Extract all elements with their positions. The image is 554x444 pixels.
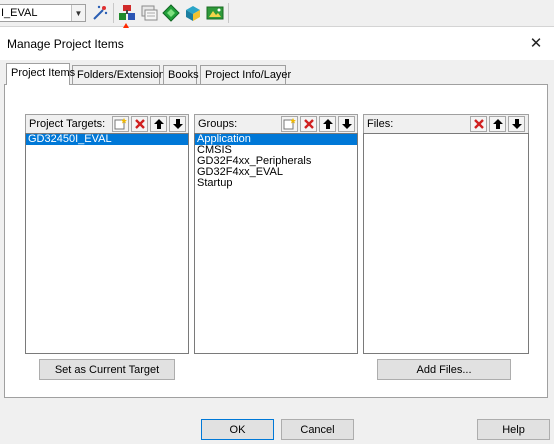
- arrow-down-icon: [172, 119, 183, 129]
- move-group-down-button[interactable]: [338, 116, 355, 132]
- close-button[interactable]: ✕: [526, 33, 546, 53]
- dialog-title: Manage Project Items: [7, 37, 124, 51]
- delete-group-button[interactable]: [300, 116, 317, 132]
- files-label: Files:: [367, 118, 394, 130]
- toolbar: I_EVAL ▼: [0, 0, 554, 27]
- arrow-up-icon: [492, 119, 503, 129]
- tab-folders-extensions[interactable]: Folders/Extensions: [72, 65, 171, 84]
- chevron-down-icon[interactable]: ▼: [71, 5, 85, 21]
- arrow-down-icon: [511, 119, 522, 129]
- delete-icon: [134, 119, 145, 129]
- delete-file-button[interactable]: [470, 116, 487, 132]
- new-group-button[interactable]: [281, 116, 298, 132]
- groups-header: Groups:: [194, 114, 358, 133]
- move-group-up-button[interactable]: [319, 116, 336, 132]
- set-as-current-target-button[interactable]: Set as Current Target: [39, 359, 175, 380]
- arrow-up-icon: [153, 119, 164, 129]
- project-targets-header: Project Targets:: [25, 114, 189, 133]
- ok-button[interactable]: OK: [201, 419, 274, 440]
- pack-installer-icon[interactable]: [184, 4, 202, 22]
- dialog-title-bar: Manage Project Items ✕: [0, 28, 554, 60]
- cancel-button[interactable]: Cancel: [281, 419, 354, 440]
- new-item-icon: [283, 118, 296, 130]
- groups-list[interactable]: Application CMSIS GD32F4xx_Peripherals G…: [194, 133, 358, 354]
- arrow-down-icon: [341, 119, 352, 129]
- list-item[interactable]: Startup: [195, 178, 357, 189]
- help-button[interactable]: Help: [477, 419, 550, 440]
- project-targets-list[interactable]: GD32450I_EVAL: [25, 133, 189, 354]
- add-files-button[interactable]: Add Files...: [377, 359, 511, 380]
- manage-project-items-icon[interactable]: [118, 4, 136, 22]
- move-file-down-button[interactable]: [508, 116, 525, 132]
- project-targets-label: Project Targets:: [29, 118, 106, 130]
- delete-icon: [473, 119, 484, 129]
- delete-icon: [303, 119, 314, 129]
- files-header: Files:: [363, 114, 529, 133]
- files-list[interactable]: [363, 133, 529, 354]
- new-item-icon: [114, 118, 127, 130]
- groups-label: Groups:: [198, 118, 238, 130]
- new-target-button[interactable]: [112, 116, 129, 132]
- dialog-body: Project Items Folders/Extensions Books P…: [0, 60, 554, 444]
- tab-project-items[interactable]: Project Items: [6, 63, 75, 85]
- arrow-up-icon: [322, 119, 333, 129]
- tab-project-info-layer[interactable]: Project Info/Layer: [200, 65, 291, 84]
- stacked-windows-icon[interactable]: [140, 4, 158, 22]
- move-target-up-button[interactable]: [150, 116, 167, 132]
- target-select-value: I_EVAL: [1, 7, 38, 19]
- target-select[interactable]: I_EVAL ▼: [0, 4, 86, 22]
- delete-target-button[interactable]: [131, 116, 148, 132]
- move-file-up-button[interactable]: [489, 116, 506, 132]
- list-item[interactable]: GD32450I_EVAL: [26, 134, 188, 145]
- manage-run-time-environment-icon[interactable]: [206, 4, 224, 22]
- green-diamond-icon[interactable]: [162, 4, 180, 22]
- move-target-down-button[interactable]: [169, 116, 186, 132]
- toolbar-separator: [113, 3, 114, 23]
- toolbar-separator: [228, 3, 229, 23]
- magic-wand-icon[interactable]: [91, 4, 109, 22]
- tab-books[interactable]: Books: [163, 65, 199, 84]
